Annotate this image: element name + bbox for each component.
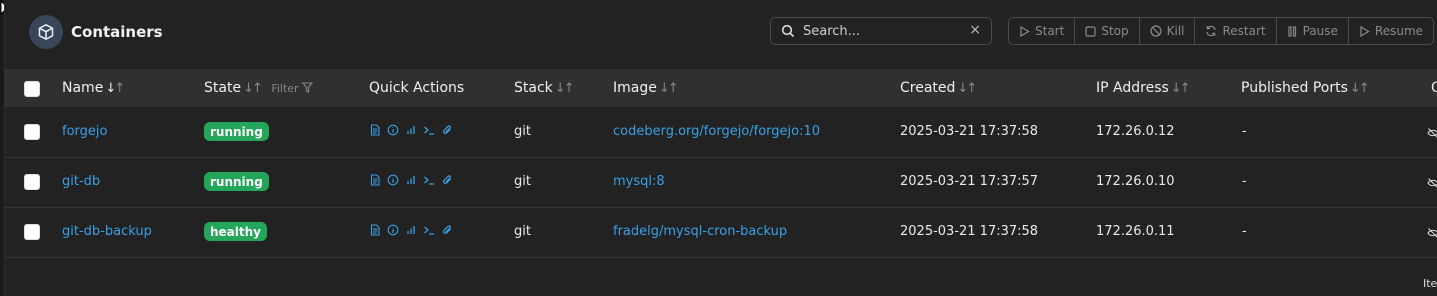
logs-icon[interactable] — [369, 124, 381, 136]
ip-address-cell: 172.26.0.11 — [1096, 224, 1175, 239]
created-cell: 2025-03-21 17:37:58 — [900, 124, 1039, 139]
image-link[interactable]: mysql:8 — [613, 174, 665, 189]
hidden-eye-icon[interactable] — [1427, 124, 1437, 143]
pause-label: Pause — [1302, 24, 1338, 38]
restart-label: Restart — [1222, 24, 1266, 38]
column-header-state[interactable]: State ↓↑ Filter — [204, 80, 314, 96]
sort-icon[interactable]: ↓↑ — [1171, 81, 1191, 96]
table-row: git-db running git mysql:8 2025-03-21 17… — [4, 157, 1437, 208]
attach-icon[interactable] — [441, 174, 453, 186]
table-row: forgejo running git codeberg.org/forgejo… — [4, 107, 1437, 158]
restart-button[interactable]: Restart — [1195, 18, 1277, 44]
stack-cell: git — [514, 124, 531, 139]
search-icon — [781, 24, 795, 38]
container-name-link[interactable]: git-db — [62, 174, 100, 189]
stop-label: Stop — [1101, 24, 1129, 38]
attach-icon[interactable] — [441, 124, 453, 136]
stack-cell: git — [514, 174, 531, 189]
image-link[interactable]: codeberg.org/forgejo/forgejo:10 — [613, 124, 820, 139]
filter-button[interactable]: Filter — [271, 82, 314, 95]
console-icon[interactable] — [423, 224, 435, 236]
pause-button[interactable]: Pause — [1277, 18, 1349, 44]
row-checkbox[interactable] — [24, 224, 40, 240]
quick-actions — [369, 224, 453, 236]
stats-icon[interactable] — [405, 224, 417, 236]
column-header-image[interactable]: Image ↓↑ — [613, 80, 679, 96]
info-icon[interactable] — [387, 224, 399, 236]
pause-icon — [1288, 25, 1296, 37]
published-ports-cell: - — [1242, 174, 1247, 189]
row-checkbox[interactable] — [24, 124, 40, 140]
info-icon[interactable] — [387, 174, 399, 186]
search-input[interactable] — [801, 22, 965, 40]
console-icon[interactable] — [423, 174, 435, 186]
stats-icon[interactable] — [405, 124, 417, 136]
attach-icon[interactable] — [441, 224, 453, 236]
status-badge: running — [204, 172, 269, 191]
sort-icon[interactable]: ↓↑ — [1350, 81, 1370, 96]
image-link[interactable]: fradelg/mysql-cron-backup — [613, 224, 787, 239]
created-cell: 2025-03-21 17:37:58 — [900, 224, 1039, 239]
created-cell: 2025-03-21 17:37:57 — [900, 174, 1039, 189]
ip-address-cell: 172.26.0.10 — [1096, 174, 1175, 189]
stop-button[interactable]: Stop — [1075, 18, 1140, 44]
console-icon[interactable] — [423, 124, 435, 136]
column-header-quick-actions: Quick Actions — [369, 80, 465, 96]
column-header-extra[interactable]: O — [1431, 80, 1437, 96]
cube-icon — [29, 15, 63, 49]
sort-icon[interactable]: ↓↑ — [957, 81, 977, 96]
column-header-stack[interactable]: Stack ↓↑ — [514, 80, 575, 96]
sort-icon[interactable]: ↓↑ — [659, 81, 679, 96]
sort-icon[interactable]: ↓↑ — [243, 81, 263, 96]
container-name-link[interactable]: forgejo — [62, 124, 107, 139]
ban-icon — [1150, 25, 1162, 37]
search-box[interactable]: × — [770, 17, 992, 45]
column-header-ip-address[interactable]: IP Address ↓↑ — [1096, 80, 1191, 96]
pagination-label: Ite — [1423, 277, 1437, 290]
published-ports-cell: - — [1242, 224, 1247, 239]
play-icon — [1020, 25, 1030, 37]
container-action-toolbar: Start Stop Kill Restart Pause Resume — [1008, 17, 1435, 45]
start-label: Start — [1035, 24, 1065, 38]
quick-actions — [369, 174, 453, 186]
table-header: Name ↓↑ State ↓↑ Filter Quick Actions Stac… — [4, 69, 1437, 107]
status-badge: healthy — [204, 222, 267, 241]
sort-icon[interactable]: ↓↑ — [555, 81, 575, 96]
kill-button[interactable]: Kill — [1140, 18, 1196, 44]
start-button[interactable]: Start — [1009, 18, 1076, 44]
refresh-icon — [1206, 25, 1217, 37]
hidden-eye-icon[interactable] — [1427, 224, 1437, 243]
container-name-link[interactable]: git-db-backup — [62, 224, 152, 239]
info-icon[interactable] — [387, 124, 399, 136]
ip-address-cell: 172.26.0.12 — [1096, 124, 1175, 139]
logs-icon[interactable] — [369, 174, 381, 186]
resume-label: Resume — [1374, 24, 1424, 38]
select-all-checkbox[interactable] — [24, 81, 40, 97]
quick-actions — [369, 124, 453, 136]
stack-cell: git — [514, 224, 531, 239]
sort-icon[interactable]: ↓↑ — [105, 81, 125, 96]
clear-search-icon[interactable]: × — [969, 22, 981, 38]
play-icon — [1360, 25, 1370, 37]
row-checkbox[interactable] — [24, 174, 40, 190]
kill-label: Kill — [1166, 24, 1185, 38]
hidden-eye-icon[interactable] — [1427, 174, 1437, 193]
column-header-published-ports[interactable]: Published Ports ↓↑ — [1241, 80, 1370, 96]
stats-icon[interactable] — [405, 174, 417, 186]
column-header-created[interactable]: Created ↓↑ — [900, 80, 977, 96]
resume-button[interactable]: Resume — [1349, 18, 1433, 44]
status-badge: running — [204, 122, 269, 141]
published-ports-cell: - — [1242, 124, 1247, 139]
stop-icon — [1085, 25, 1096, 37]
logs-icon[interactable] — [369, 224, 381, 236]
table-row: git-db-backup healthy git fradelg/mysql-… — [4, 207, 1437, 258]
filter-icon — [301, 82, 314, 93]
column-header-name[interactable]: Name ↓↑ — [62, 80, 125, 96]
page-title: Containers — [71, 23, 163, 41]
